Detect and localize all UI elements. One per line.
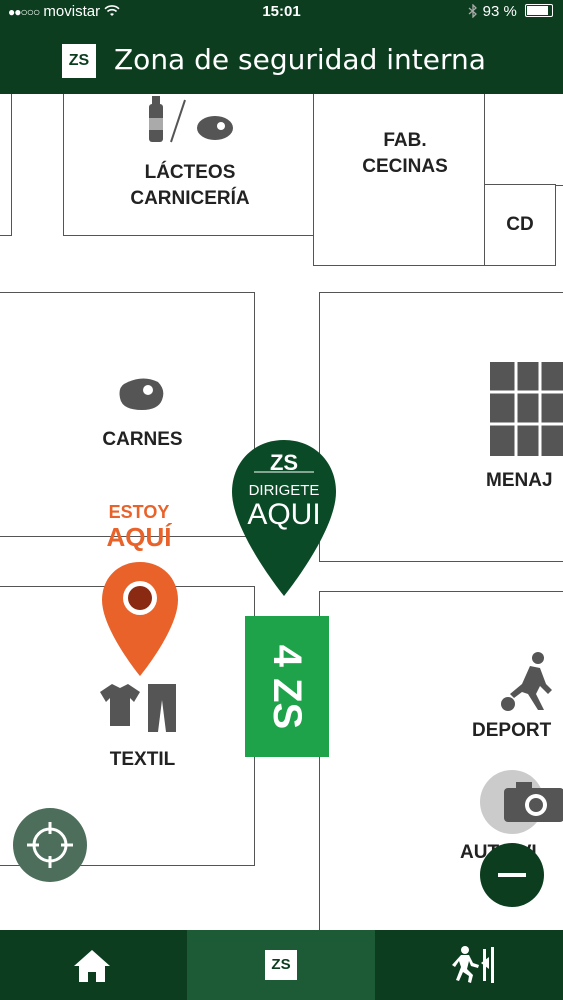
tab-zs[interactable]: ZS bbox=[187, 930, 375, 1000]
battery-icon bbox=[525, 4, 553, 17]
locate-me-button[interactable] bbox=[13, 808, 87, 882]
store-map[interactable]: LÁCTEOS CARNICERÍA FAB. CECINAS CD CARNE… bbox=[0, 94, 563, 930]
clothing-icon bbox=[100, 684, 176, 732]
destination-pin-logo: ZS bbox=[269, 450, 299, 475]
section-label-cecinas-text: FAB. CECINAS bbox=[362, 130, 448, 177]
tab-exit[interactable] bbox=[375, 930, 563, 1000]
dairy-meat-icon bbox=[149, 96, 233, 143]
map-block-carnes bbox=[0, 292, 255, 537]
section-label-carnes: CARNES bbox=[102, 429, 183, 450]
map-block bbox=[0, 94, 12, 236]
bluetooth-icon bbox=[468, 3, 482, 20]
battery-percent: 93 % bbox=[482, 3, 517, 20]
exit-icon bbox=[452, 946, 494, 983]
you-are-here-line2: AQUÍ bbox=[106, 522, 172, 552]
you-are-here-line1: ESTOY bbox=[108, 502, 170, 522]
zone-badge-text: 4 ZS bbox=[265, 644, 309, 730]
current-location-pin bbox=[102, 562, 178, 676]
camera-icon bbox=[504, 782, 563, 822]
map-block-cecinas bbox=[313, 94, 486, 266]
camera-button[interactable] bbox=[480, 770, 563, 834]
section-label-deportes: DEPORT bbox=[472, 720, 552, 741]
zone-badge: 4 ZS bbox=[245, 616, 329, 757]
battery-status: 93 % bbox=[468, 3, 553, 20]
section-label-cecinas: FAB. CECINAS bbox=[330, 128, 480, 180]
zs-logo: ZS bbox=[62, 44, 96, 78]
crosshair-icon bbox=[27, 822, 73, 868]
destination-pin-line1: DIRIGETE bbox=[248, 482, 320, 499]
map-block-top-right bbox=[484, 94, 563, 186]
section-label-lacteos: LÁCTEOS CARNICERÍA bbox=[90, 160, 290, 212]
tab-bar: ZS bbox=[0, 930, 563, 1000]
tab-home[interactable] bbox=[0, 930, 187, 1000]
status-bar: ●●○○○ movistar 15:01 93 % bbox=[0, 0, 563, 24]
meat-icon bbox=[119, 378, 164, 410]
minus-icon bbox=[498, 873, 526, 877]
you-are-here-label: ESTOY AQUÍ bbox=[96, 502, 182, 552]
section-label-lacteos-text: LÁCTEOS CARNICERÍA bbox=[130, 162, 250, 209]
home-icon bbox=[74, 950, 110, 982]
section-label-textil: TEXTIL bbox=[109, 749, 176, 770]
zoom-out-button[interactable] bbox=[480, 843, 544, 907]
section-label-menaje: MENAJ bbox=[486, 470, 553, 491]
destination-pin-line2: AQUI bbox=[247, 498, 321, 531]
sports-icon bbox=[501, 652, 552, 711]
section-label-cd: CD bbox=[506, 214, 534, 235]
zs-icon: ZS bbox=[265, 950, 297, 980]
housewares-icon bbox=[490, 362, 563, 456]
page-title: Zona de seguridad interna bbox=[114, 43, 486, 76]
